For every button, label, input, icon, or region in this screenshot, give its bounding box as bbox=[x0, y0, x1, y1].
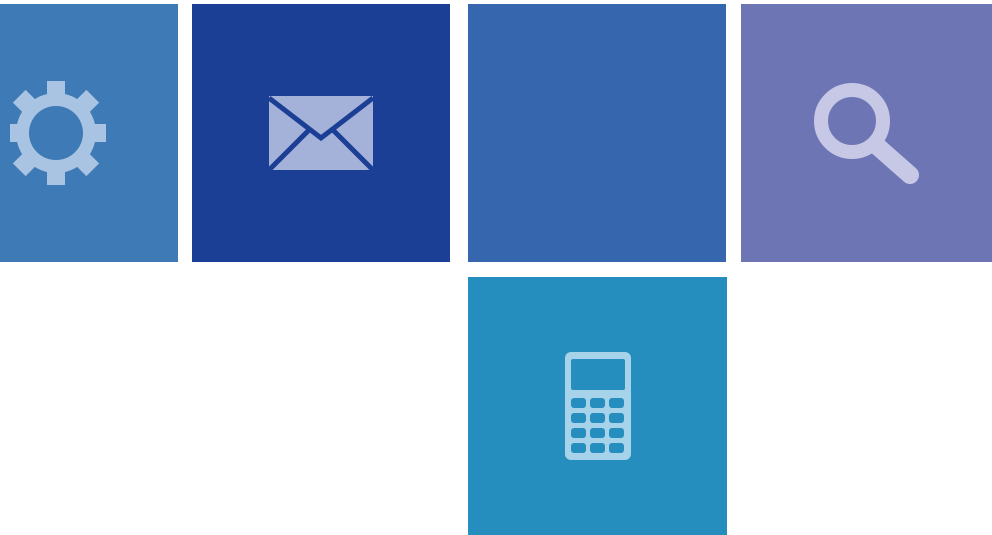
calculator-key bbox=[570, 413, 586, 423]
calculator-key bbox=[608, 428, 624, 438]
search-tile[interactable] bbox=[741, 4, 992, 262]
envelope-icon bbox=[269, 96, 373, 170]
gear-icon bbox=[10, 81, 106, 185]
calculator-icon bbox=[564, 352, 631, 460]
calculator-key bbox=[589, 398, 605, 408]
settings-tile[interactable] bbox=[0, 4, 178, 262]
calculator-key bbox=[608, 413, 624, 423]
mail-tile[interactable] bbox=[192, 4, 450, 262]
calculator-key bbox=[570, 443, 586, 453]
calculator-key bbox=[608, 398, 624, 408]
calculator-key bbox=[570, 428, 586, 438]
calculator-key bbox=[589, 428, 605, 438]
calculator-tile[interactable] bbox=[468, 277, 727, 535]
calculator-key bbox=[570, 398, 586, 408]
search-icon bbox=[812, 81, 922, 185]
blank-tile[interactable] bbox=[468, 4, 726, 262]
calculator-key bbox=[589, 413, 605, 423]
calculator-key bbox=[608, 443, 624, 453]
calculator-key bbox=[589, 443, 605, 453]
